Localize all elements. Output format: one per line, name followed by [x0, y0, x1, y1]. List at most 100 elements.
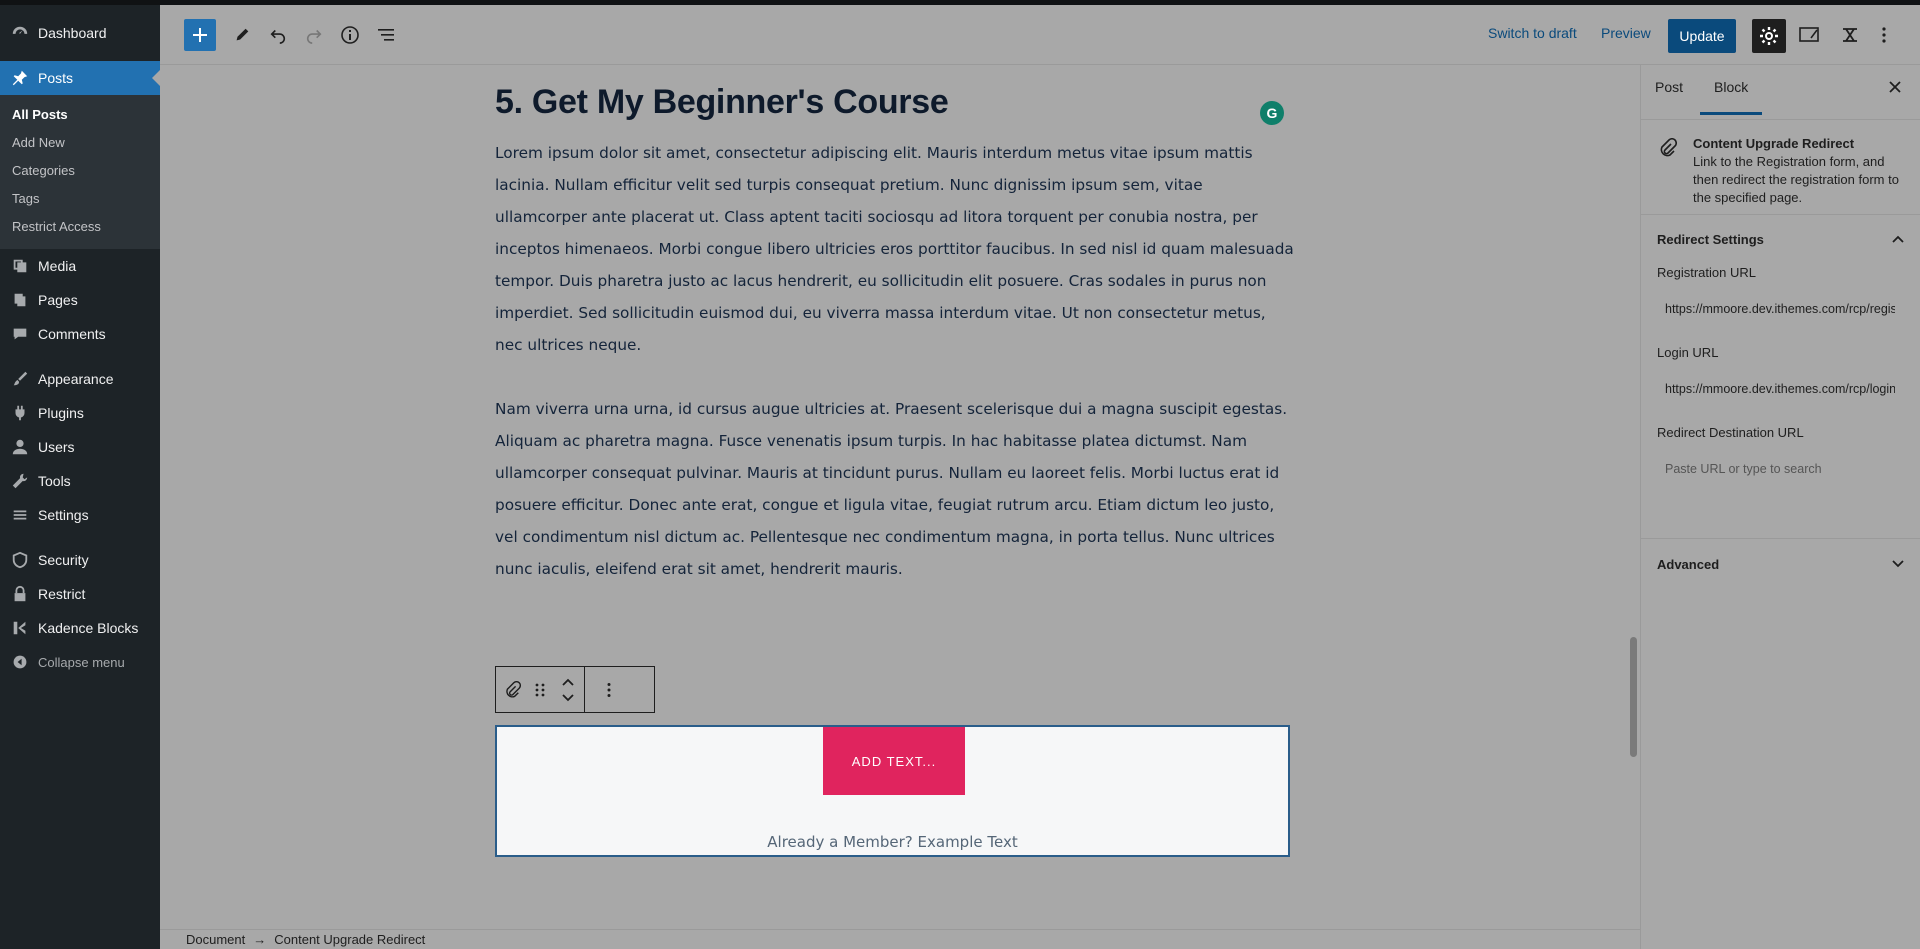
block-options-button[interactable] [585, 667, 633, 712]
menu-users[interactable]: Users [0, 430, 160, 464]
plus-icon [193, 28, 207, 42]
options-menu-button[interactable] [1868, 19, 1900, 51]
comments-icon [10, 324, 30, 344]
login-url-label: Login URL [1657, 345, 1719, 360]
posts-submenu: All Posts Add New Categories Tags Restri… [0, 95, 160, 249]
gear-icon [1760, 27, 1778, 45]
cta-button[interactable]: ADD TEXT... [823, 727, 965, 795]
menu-label: Kadence Blocks [38, 620, 139, 636]
undo-icon [270, 29, 286, 44]
lightning-icon [1843, 28, 1857, 42]
details-button[interactable] [334, 19, 366, 51]
menu-settings[interactable]: Settings [0, 498, 160, 532]
content-upgrade-redirect-block[interactable]: ADD TEXT... Already a Member? Example Te… [495, 725, 1290, 857]
pages-icon [10, 290, 30, 310]
menu-label: Restrict [38, 586, 86, 602]
menu-label: Collapse menu [38, 654, 125, 670]
dashboard-icon [10, 23, 30, 43]
redirect-settings-panel: Registration URL https://mmoore.dev.ithe… [1641, 265, 1920, 539]
submenu-restrict-access[interactable]: Restrict Access [0, 213, 160, 241]
media-icon [10, 256, 30, 276]
advanced-toggle[interactable]: Advanced [1641, 539, 1920, 589]
menu-dashboard[interactable]: Dashboard [0, 16, 160, 50]
submenu-categories[interactable]: Categories [0, 157, 160, 185]
chevron-up-icon [1892, 235, 1904, 243]
paragraph-block[interactable]: Lorem ipsum dolor sit amet, consectetur … [495, 137, 1295, 361]
shield-icon [10, 550, 30, 570]
users-icon [10, 437, 30, 457]
drag-handle[interactable] [528, 667, 552, 712]
tab-block[interactable]: Block [1699, 79, 1763, 115]
menu-plugins[interactable]: Plugins [0, 396, 160, 430]
breadcrumb-document[interactable]: Document [186, 932, 245, 947]
menu-kadence-blocks[interactable]: Kadence Blocks [0, 611, 160, 645]
redirect-settings-toggle[interactable]: Redirect Settings [1641, 215, 1920, 263]
paragraph-block[interactable]: Nam viverra urna urna, id cursus augue u… [495, 393, 1295, 585]
menu-security[interactable]: Security [0, 543, 160, 577]
registration-url-input[interactable]: https://mmoore.dev.ithemes.com/rcp/regis… [1657, 293, 1895, 325]
menu-restrict[interactable]: Restrict [0, 577, 160, 611]
login-url-input[interactable]: https://mmoore.dev.ithemes.com/rcp/login… [1657, 373, 1895, 405]
undo-button[interactable] [262, 19, 294, 51]
menu-label: Posts [38, 70, 74, 86]
settings-icon [10, 505, 30, 525]
chevron-up-down-icon [562, 678, 574, 701]
block-card: Content Upgrade Redirect Link to the Reg… [1641, 120, 1920, 215]
scrollbar-thumb[interactable] [1630, 637, 1637, 757]
panel-title: Advanced [1657, 556, 1720, 572]
tools-button[interactable] [226, 19, 258, 51]
menu-label: Dashboard [38, 25, 107, 41]
member-text[interactable]: Already a Member? Example Text [497, 833, 1288, 851]
pencil-icon [236, 28, 249, 41]
more-vertical-icon [607, 682, 611, 697]
update-button[interactable]: Update [1668, 19, 1736, 53]
post-content: 5. Get My Beginner's Course Lorem ipsum … [495, 83, 1295, 585]
switch-to-draft-button[interactable]: Switch to draft [1488, 25, 1577, 41]
menu-label: Pages [38, 292, 78, 308]
tab-post[interactable]: Post [1655, 79, 1683, 95]
menu-tools[interactable]: Tools [0, 464, 160, 498]
breadcrumb-current[interactable]: Content Upgrade Redirect [274, 932, 425, 947]
block-toolbar [495, 666, 655, 713]
move-up-down-button[interactable] [552, 667, 584, 712]
submenu-tags[interactable]: Tags [0, 185, 160, 213]
close-sidebar-button[interactable] [1883, 75, 1907, 99]
paperclip-icon [506, 680, 521, 698]
performance-button[interactable] [1834, 19, 1866, 51]
menu-label: Media [38, 258, 77, 274]
redo-button[interactable] [298, 19, 330, 51]
list-view-icon [378, 29, 394, 41]
list-view-button[interactable] [370, 19, 402, 51]
sidebar-tabs: Post Block [1641, 65, 1920, 120]
submenu-add-new[interactable]: Add New [0, 129, 160, 157]
block-toolbar-options [585, 667, 633, 712]
block-card-description: Link to the Registration form, and then … [1693, 154, 1899, 205]
menu-appearance[interactable]: Appearance [0, 362, 160, 396]
registration-url-label: Registration URL [1657, 265, 1756, 280]
grammarly-icon[interactable]: G [1260, 101, 1284, 125]
menu-pages[interactable]: Pages [0, 283, 160, 317]
editor-scrollbar[interactable] [1627, 65, 1639, 929]
preview-button[interactable]: Preview [1601, 25, 1651, 41]
block-type-button[interactable] [496, 667, 528, 712]
post-heading[interactable]: 5. Get My Beginner's Course [495, 83, 1295, 127]
block-toolbar-movers [496, 667, 585, 712]
kadence-controls-icon [1799, 27, 1819, 42]
redirect-destination-input[interactable]: Paste URL or type to search [1657, 453, 1895, 485]
kadence-toolbar-button[interactable] [1794, 19, 1826, 51]
wrench-icon [10, 471, 30, 491]
submenu-all-posts[interactable]: All Posts [0, 101, 160, 129]
lock-icon [10, 584, 30, 604]
settings-toggle-button[interactable] [1752, 19, 1786, 53]
menu-posts[interactable]: Posts [0, 61, 160, 95]
chevron-down-icon [1892, 560, 1904, 568]
menu-media[interactable]: Media [0, 249, 160, 283]
settings-sidebar: Post Block Content Upgrade Redirect Link… [1640, 65, 1920, 949]
menu-label: Settings [38, 507, 89, 523]
menu-label: Users [38, 439, 75, 455]
collapse-menu-button[interactable]: Collapse menu [0, 645, 160, 679]
add-block-button[interactable] [184, 19, 216, 51]
paintbrush-icon [10, 369, 30, 389]
menu-comments[interactable]: Comments [0, 317, 160, 351]
menu-label: Tools [38, 473, 71, 489]
